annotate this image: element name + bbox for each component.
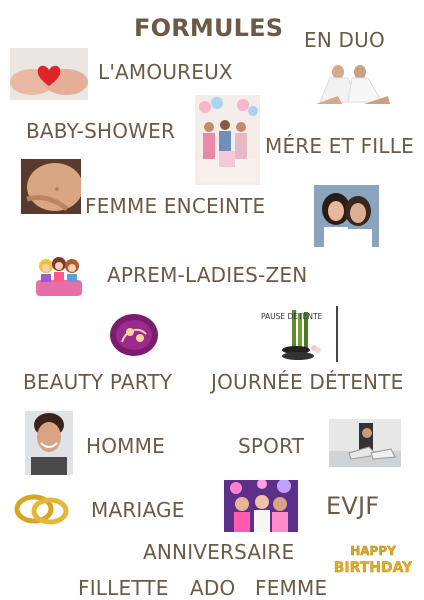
beauty-party-image bbox=[108, 312, 160, 358]
label-amoureux: L'AMOUREUX bbox=[98, 60, 233, 84]
duo-spa-image bbox=[308, 58, 394, 110]
ladies-cartoon-image bbox=[32, 250, 86, 300]
label-mariage: MARIAGE bbox=[91, 498, 185, 522]
label-ado: ADO bbox=[190, 576, 236, 600]
label-femme-enceinte: FEMME ENCEINTE bbox=[85, 194, 266, 218]
baby-shower-image bbox=[195, 95, 260, 185]
label-beauty-party: BEAUTY PARTY bbox=[23, 370, 173, 394]
label-baby-shower: BABY-SHOWER bbox=[26, 119, 176, 143]
party-girls-image bbox=[224, 480, 298, 532]
pregnant-belly-image bbox=[21, 159, 81, 214]
pause-detente-logo: PAUSE DÉTENTE bbox=[258, 306, 340, 362]
wedding-rings-image bbox=[10, 489, 72, 527]
label-en-duo: EN DUO bbox=[304, 28, 385, 52]
label-sport: SPORT bbox=[238, 434, 305, 458]
label-femme: FEMME bbox=[255, 576, 328, 600]
label-fillette: FILLETTE bbox=[78, 576, 169, 600]
happy-text: HAPPY bbox=[350, 544, 396, 558]
page-title: FORMULES bbox=[134, 14, 284, 42]
sport-image bbox=[329, 419, 401, 467]
happy-birthday-image: HAPPY BIRTHDAY bbox=[334, 542, 412, 576]
mother-daughter-image bbox=[314, 185, 379, 247]
birthday-text: BIRTHDAY bbox=[334, 560, 412, 576]
label-anniversaire: ANNIVERSAIRE bbox=[143, 540, 295, 564]
label-journee-detente: JOURNÉE DÉTENTE bbox=[211, 370, 404, 394]
label-aprem-ladies-zen: APREM-LADIES-ZEN bbox=[107, 263, 308, 287]
heart-hands-image bbox=[10, 48, 88, 100]
label-mere-et-fille: MÉRE ET FILLE bbox=[265, 134, 414, 158]
pause-detente-logo-text: PAUSE DÉTENTE bbox=[261, 312, 323, 321]
label-evjf: EVJF bbox=[326, 492, 380, 520]
man-portrait-image bbox=[25, 411, 73, 475]
label-homme: HOMME bbox=[86, 434, 165, 458]
